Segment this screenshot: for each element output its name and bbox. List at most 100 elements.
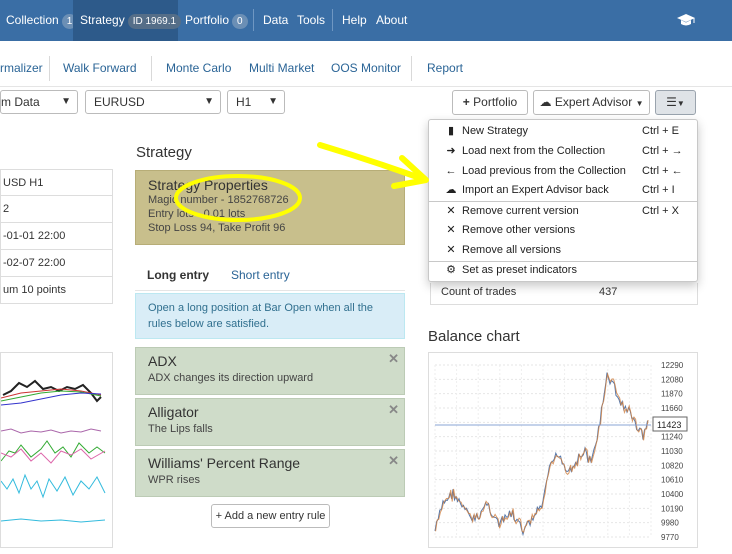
- period-value: H1: [236, 95, 252, 109]
- y-tick-label: 9770: [661, 533, 679, 542]
- subnav-divider: [49, 56, 50, 81]
- tab-underline: [135, 290, 405, 291]
- nav-help[interactable]: Help: [342, 0, 367, 41]
- y-tick-label: 10190: [661, 504, 684, 513]
- data-source-select[interactable]: m Data ▼: [0, 90, 78, 114]
- price-chart-panel: [0, 352, 113, 548]
- subnav-walk-forward[interactable]: Walk Forward: [63, 61, 137, 75]
- tab-short-entry[interactable]: Short entry: [231, 268, 290, 282]
- expert-advisor-label: Expert Advisor: [554, 95, 633, 109]
- info-row: 2: [0, 196, 113, 223]
- subnav-divider: [151, 56, 152, 81]
- document-icon: ▮: [447, 125, 455, 137]
- menu-item-label: Remove current version: [462, 205, 579, 217]
- nav-strategy-label: Strategy: [80, 13, 125, 27]
- nav-portfolio-label: Portfolio: [185, 13, 230, 27]
- menu-item-remove-all[interactable]: ✕ Remove all versions: [429, 241, 697, 260]
- subnav-divider: [411, 56, 412, 81]
- y-tick-label: 10400: [661, 490, 684, 499]
- menu-item-import-expert-advisor[interactable]: ☁ Import an Expert Advisor back Ctrl + I: [429, 181, 697, 200]
- subnav-multi-market[interactable]: Multi Market: [249, 61, 314, 75]
- caret-down-icon: ▼: [635, 99, 644, 108]
- subnav-normalizer[interactable]: rmalizer: [0, 61, 43, 75]
- y-tick-label: 11240: [661, 433, 683, 442]
- remove-rule-icon[interactable]: ✕: [388, 351, 399, 367]
- add-entry-rule-label: Add a new entry rule: [224, 510, 326, 522]
- cloud-download-icon: ☁: [539, 95, 552, 109]
- menu-item-shortcut: Ctrl + E: [642, 125, 679, 137]
- nav-portfolio[interactable]: Portfolio 0: [185, 0, 248, 41]
- menu-item-label: Import an Expert Advisor back: [462, 184, 609, 196]
- entry-rule[interactable]: ADX ADX changes its direction upward ✕: [135, 347, 405, 395]
- entry-info-alert: Open a long position at Bar Open when al…: [135, 293, 405, 339]
- graduation-cap-icon[interactable]: [676, 13, 696, 27]
- strategy-properties-title: Strategy Properties: [148, 177, 268, 193]
- arrow-left-icon: ←: [445, 165, 457, 177]
- gear-icon: ⚙: [446, 264, 456, 276]
- strategy-section-title: Strategy: [136, 144, 192, 161]
- menu-item-label: Remove other versions: [462, 224, 576, 236]
- subnav-monte-carlo[interactable]: Monte Carlo: [166, 61, 231, 75]
- rule-description: WPR rises: [148, 474, 200, 486]
- balance-chart-panel: 1229012080118701166011450112401103010820…: [428, 352, 698, 548]
- y-tick-label: 9980: [661, 519, 679, 528]
- plus-icon: +: [462, 95, 470, 109]
- hamburger-icon: ☰: [666, 95, 677, 109]
- symbol-value: EURUSD: [94, 95, 145, 109]
- remove-rule-icon[interactable]: ✕: [388, 402, 399, 418]
- expert-advisor-button[interactable]: ☁ Expert Advisor ▼: [533, 90, 650, 115]
- current-value-label: 11423: [657, 420, 681, 430]
- stop-loss-take-profit: Stop Loss 94, Take Profit 96: [148, 222, 286, 234]
- y-tick-label: 10610: [661, 476, 684, 485]
- symbol-select[interactable]: EURUSD ▼: [85, 90, 221, 114]
- menu-item-load-previous[interactable]: ← Load previous from the Collection Ctrl…: [429, 162, 697, 181]
- nav-data[interactable]: Data: [263, 0, 288, 41]
- nav-collection[interactable]: Collection 1: [0, 0, 83, 41]
- price-chart: [0, 379, 106, 523]
- nav-about[interactable]: About: [376, 0, 407, 41]
- strategy-subnav: rmalizer Walk Forward Monte Carlo Multi …: [0, 41, 732, 87]
- menu-item-new-strategy[interactable]: ▮ New Strategy Ctrl + E: [429, 122, 697, 141]
- plus-icon: +: [215, 510, 223, 522]
- menu-item-label: Remove all versions: [462, 244, 562, 256]
- add-entry-rule-button[interactable]: + Add a new entry rule: [211, 504, 330, 528]
- subnav-oos-monitor[interactable]: OOS Monitor: [331, 61, 401, 75]
- magic-number: Magic number - 1852768726: [148, 194, 289, 206]
- y-tick-label: 11870: [661, 390, 683, 399]
- chevron-down-icon: ▼: [61, 96, 71, 107]
- close-icon: ✕: [446, 205, 456, 217]
- actions-menu-button[interactable]: ☰▼: [655, 90, 696, 115]
- entry-rule[interactable]: Williams' Percent Range WPR rises ✕: [135, 449, 405, 497]
- top-navbar: Collection 1 Strategy ID 1969.1 Portfolio 0…: [0, 0, 732, 41]
- portfolio-button-label: Portfolio: [473, 95, 518, 109]
- nav-strategy[interactable]: Strategy ID 1969.1: [73, 0, 182, 41]
- menu-item-load-next[interactable]: ➜ Load next from the Collection Ctrl + →: [429, 142, 697, 161]
- count-of-trades-label: Count of trades: [441, 286, 517, 298]
- strategy-properties-panel[interactable]: Strategy Properties Magic number - 18527…: [135, 170, 405, 245]
- menu-item-remove-other[interactable]: ✕ Remove other versions: [429, 221, 697, 240]
- market-row: USD H1: [0, 169, 113, 196]
- data-source-value: m Data: [1, 95, 40, 109]
- portfolio-button[interactable]: + Portfolio: [452, 90, 528, 115]
- nav-tools[interactable]: Tools: [297, 0, 325, 41]
- menu-item-shortcut: Ctrl + →: [642, 145, 683, 157]
- actions-dropdown-menu: ▮ New Strategy Ctrl + E ➜ Load next from…: [428, 119, 698, 282]
- nav-collection-label: Collection: [6, 13, 59, 27]
- balance-chart: 1229012080118701166011450112401103010820…: [434, 361, 688, 542]
- period-select[interactable]: H1 ▼: [227, 90, 285, 114]
- strategy-id-badge: ID 1969.1: [127, 14, 182, 29]
- remove-rule-icon[interactable]: ✕: [388, 453, 399, 469]
- chevron-down-icon: ▼: [268, 96, 278, 107]
- menu-item-set-preset[interactable]: ⚙ Set as preset indicators: [429, 261, 697, 280]
- caret-down-icon: ▼: [676, 99, 685, 108]
- y-tick-label: 12290: [661, 361, 684, 370]
- subnav-report[interactable]: Report: [427, 61, 463, 75]
- end-date-row: -02-07 22:00: [0, 250, 113, 277]
- y-tick-label: 12080: [661, 375, 684, 384]
- tab-long-entry[interactable]: Long entry: [147, 268, 209, 282]
- close-icon: ✕: [446, 244, 456, 256]
- entry-rule[interactable]: Alligator The Lips falls ✕: [135, 398, 405, 446]
- balance-chart-title: Balance chart: [428, 328, 520, 345]
- menu-item-shortcut: Ctrl + X: [642, 205, 679, 217]
- menu-item-remove-current[interactable]: ✕ Remove current version Ctrl + X: [429, 202, 697, 221]
